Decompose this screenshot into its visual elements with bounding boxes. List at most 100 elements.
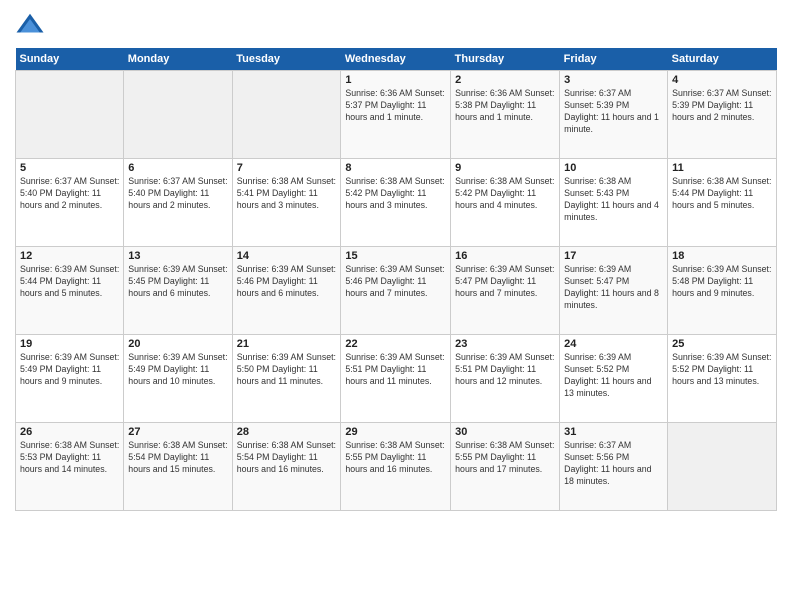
day-info: Sunrise: 6:39 AM Sunset: 5:50 PM Dayligh… xyxy=(237,352,337,388)
day-cell: 9Sunrise: 6:38 AM Sunset: 5:42 PM Daylig… xyxy=(451,159,560,247)
calendar-body: 1 Sunrise: 6:36 AM Sunset: 5:37 PM Daylig… xyxy=(16,71,777,511)
day-cell: 16 Sunrise: 6:39 AM Sunset: 5:47 PM Dayli… xyxy=(451,247,560,335)
day-number: 15 xyxy=(345,250,446,262)
day-number: 16 xyxy=(455,250,555,262)
day-cell: 19 Sunrise: 6:39 AM Sunset: 5:49 PM Dayli… xyxy=(16,335,124,423)
logo-icon xyxy=(15,10,45,40)
day-info: Sunrise: 6:39 AM Sunset: 5:48 PM Dayligh… xyxy=(672,264,772,300)
weekday-header-wednesday: Wednesday xyxy=(341,48,451,71)
day-cell xyxy=(124,71,232,159)
day-number: 30 xyxy=(455,426,555,438)
day-cell: 14 Sunrise: 6:39 AM Sunset: 5:46 PM Dayli… xyxy=(232,247,341,335)
day-cell: 12Sunrise: 6:39 AM Sunset: 5:44 PM Dayli… xyxy=(16,247,124,335)
day-info: Sunrise: 6:38 AM Sunset: 5:55 PM Dayligh… xyxy=(345,440,446,476)
weekday-header-saturday: Saturday xyxy=(668,48,777,71)
week-row-5: 26 Sunrise: 6:38 AM Sunset: 5:53 PM Dayli… xyxy=(16,423,777,511)
day-number: 22 xyxy=(345,338,446,350)
day-info: Sunrise: 6:37 AM Sunset: 5:56 PM Dayligh… xyxy=(564,440,663,488)
day-number: 29 xyxy=(345,426,446,438)
day-cell: 30 Sunrise: 6:38 AM Sunset: 5:55 PM Dayli… xyxy=(451,423,560,511)
header xyxy=(15,10,777,40)
day-cell: 21Sunrise: 6:39 AM Sunset: 5:50 PM Dayli… xyxy=(232,335,341,423)
day-number: 17 xyxy=(564,250,663,262)
day-info: Sunrise: 6:39 AM Sunset: 5:47 PM Dayligh… xyxy=(564,264,663,312)
day-info: Sunrise: 6:38 AM Sunset: 5:42 PM Dayligh… xyxy=(345,176,446,212)
day-cell: 23 Sunrise: 6:39 AM Sunset: 5:51 PM Dayli… xyxy=(451,335,560,423)
day-cell: 26 Sunrise: 6:38 AM Sunset: 5:53 PM Dayli… xyxy=(16,423,124,511)
day-info: Sunrise: 6:38 AM Sunset: 5:54 PM Dayligh… xyxy=(237,440,337,476)
weekday-header-tuesday: Tuesday xyxy=(232,48,341,71)
day-cell: 5 Sunrise: 6:37 AM Sunset: 5:40 PM Daylig… xyxy=(16,159,124,247)
day-cell: 22Sunrise: 6:39 AM Sunset: 5:51 PM Dayli… xyxy=(341,335,451,423)
day-cell xyxy=(16,71,124,159)
day-info: Sunrise: 6:38 AM Sunset: 5:43 PM Dayligh… xyxy=(564,176,663,224)
day-number: 26 xyxy=(20,426,119,438)
day-info: Sunrise: 6:37 AM Sunset: 5:40 PM Dayligh… xyxy=(128,176,227,212)
weekday-header-friday: Friday xyxy=(560,48,668,71)
day-cell xyxy=(232,71,341,159)
day-cell: 2Sunrise: 6:36 AM Sunset: 5:38 PM Daylig… xyxy=(451,71,560,159)
day-cell: 25Sunrise: 6:39 AM Sunset: 5:52 PM Dayli… xyxy=(668,335,777,423)
day-info: Sunrise: 6:37 AM Sunset: 5:39 PM Dayligh… xyxy=(564,88,663,136)
day-cell: 31Sunrise: 6:37 AM Sunset: 5:56 PM Dayli… xyxy=(560,423,668,511)
logo xyxy=(15,10,49,40)
week-row-1: 1 Sunrise: 6:36 AM Sunset: 5:37 PM Daylig… xyxy=(16,71,777,159)
calendar-header: SundayMondayTuesdayWednesdayThursdayFrid… xyxy=(16,48,777,71)
day-number: 2 xyxy=(455,74,555,86)
day-number: 24 xyxy=(564,338,663,350)
day-cell: 20 Sunrise: 6:39 AM Sunset: 5:49 PM Dayli… xyxy=(124,335,232,423)
day-cell: 17 Sunrise: 6:39 AM Sunset: 5:47 PM Dayli… xyxy=(560,247,668,335)
day-info: Sunrise: 6:36 AM Sunset: 5:37 PM Dayligh… xyxy=(345,88,446,124)
day-cell: 10 Sunrise: 6:38 AM Sunset: 5:43 PM Dayli… xyxy=(560,159,668,247)
day-cell: 29 Sunrise: 6:38 AM Sunset: 5:55 PM Dayli… xyxy=(341,423,451,511)
day-info: Sunrise: 6:39 AM Sunset: 5:46 PM Dayligh… xyxy=(237,264,337,300)
day-info: Sunrise: 6:39 AM Sunset: 5:47 PM Dayligh… xyxy=(455,264,555,300)
day-info: Sunrise: 6:37 AM Sunset: 5:40 PM Dayligh… xyxy=(20,176,119,212)
day-info: Sunrise: 6:39 AM Sunset: 5:46 PM Dayligh… xyxy=(345,264,446,300)
day-info: Sunrise: 6:39 AM Sunset: 5:51 PM Dayligh… xyxy=(455,352,555,388)
day-cell xyxy=(668,423,777,511)
day-number: 14 xyxy=(237,250,337,262)
weekday-header-monday: Monday xyxy=(124,48,232,71)
day-number: 3 xyxy=(564,74,663,86)
day-number: 19 xyxy=(20,338,119,350)
day-cell: 13Sunrise: 6:39 AM Sunset: 5:45 PM Dayli… xyxy=(124,247,232,335)
day-info: Sunrise: 6:39 AM Sunset: 5:49 PM Dayligh… xyxy=(20,352,119,388)
day-info: Sunrise: 6:38 AM Sunset: 5:44 PM Dayligh… xyxy=(672,176,772,212)
week-row-3: 12Sunrise: 6:39 AM Sunset: 5:44 PM Dayli… xyxy=(16,247,777,335)
day-info: Sunrise: 6:38 AM Sunset: 5:54 PM Dayligh… xyxy=(128,440,227,476)
day-info: Sunrise: 6:39 AM Sunset: 5:45 PM Dayligh… xyxy=(128,264,227,300)
day-cell: 8Sunrise: 6:38 AM Sunset: 5:42 PM Daylig… xyxy=(341,159,451,247)
day-info: Sunrise: 6:39 AM Sunset: 5:52 PM Dayligh… xyxy=(564,352,663,400)
day-cell: 24 Sunrise: 6:39 AM Sunset: 5:52 PM Dayli… xyxy=(560,335,668,423)
day-number: 11 xyxy=(672,162,772,174)
day-cell: 7 Sunrise: 6:38 AM Sunset: 5:41 PM Daylig… xyxy=(232,159,341,247)
day-number: 9 xyxy=(455,162,555,174)
day-number: 28 xyxy=(237,426,337,438)
day-number: 7 xyxy=(237,162,337,174)
day-number: 10 xyxy=(564,162,663,174)
day-info: Sunrise: 6:39 AM Sunset: 5:52 PM Dayligh… xyxy=(672,352,772,388)
day-cell: 11 Sunrise: 6:38 AM Sunset: 5:44 PM Dayli… xyxy=(668,159,777,247)
day-cell: 1 Sunrise: 6:36 AM Sunset: 5:37 PM Daylig… xyxy=(341,71,451,159)
day-info: Sunrise: 6:37 AM Sunset: 5:39 PM Dayligh… xyxy=(672,88,772,124)
page: SundayMondayTuesdayWednesdayThursdayFrid… xyxy=(0,0,792,612)
day-number: 20 xyxy=(128,338,227,350)
day-cell: 6 Sunrise: 6:37 AM Sunset: 5:40 PM Daylig… xyxy=(124,159,232,247)
day-info: Sunrise: 6:39 AM Sunset: 5:49 PM Dayligh… xyxy=(128,352,227,388)
day-info: Sunrise: 6:38 AM Sunset: 5:53 PM Dayligh… xyxy=(20,440,119,476)
day-number: 5 xyxy=(20,162,119,174)
day-number: 6 xyxy=(128,162,227,174)
weekday-header-sunday: Sunday xyxy=(16,48,124,71)
day-number: 4 xyxy=(672,74,772,86)
day-number: 23 xyxy=(455,338,555,350)
day-number: 1 xyxy=(345,74,446,86)
day-info: Sunrise: 6:38 AM Sunset: 5:55 PM Dayligh… xyxy=(455,440,555,476)
day-number: 12 xyxy=(20,250,119,262)
day-cell: 27Sunrise: 6:38 AM Sunset: 5:54 PM Dayli… xyxy=(124,423,232,511)
day-cell: 15 Sunrise: 6:39 AM Sunset: 5:46 PM Dayli… xyxy=(341,247,451,335)
day-cell: 28 Sunrise: 6:38 AM Sunset: 5:54 PM Dayli… xyxy=(232,423,341,511)
day-cell: 3 Sunrise: 6:37 AM Sunset: 5:39 PM Daylig… xyxy=(560,71,668,159)
day-info: Sunrise: 6:38 AM Sunset: 5:41 PM Dayligh… xyxy=(237,176,337,212)
weekday-header-thursday: Thursday xyxy=(451,48,560,71)
